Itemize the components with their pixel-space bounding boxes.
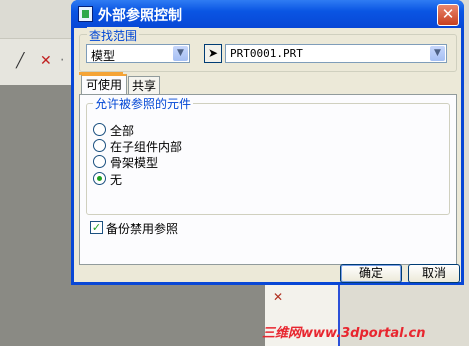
scope-select-value: 模型	[91, 49, 116, 63]
radio-button-selected[interactable]	[93, 172, 106, 185]
dialog-title: 外部参照控制	[98, 8, 182, 24]
radio-button[interactable]	[93, 155, 106, 168]
checkbox-checked-icon[interactable]: ✓	[90, 221, 103, 234]
tab-panel-available: 允许被参照的元件 全部 在子组件内部 骨架模型 无 ✓ 备份禁用参照	[79, 94, 457, 265]
title-bar[interactable]: 外部参照控制 ✕	[71, 0, 464, 28]
backup-disabled-refs-checkbox[interactable]: ✓ 备份禁用参照	[90, 220, 250, 236]
option-label: 骨架模型	[110, 156, 159, 170]
dialog-client: 查找范围 模型 ▼ ➤ PRT0001.PRT ▼ 可使用 共享 允许被参照的元…	[74, 27, 461, 283]
scope-select[interactable]: 模型 ▼	[86, 44, 190, 63]
chevron-down-icon[interactable]: ▼	[430, 46, 445, 61]
sketch-tool-icon[interactable]: ╱	[16, 53, 24, 69]
feature-icon[interactable]: ✕	[273, 290, 283, 304]
close-icon: ✕	[441, 5, 455, 23]
cancel-button[interactable]: 取消	[408, 264, 460, 283]
tab-available[interactable]: 可使用	[81, 74, 127, 95]
chevron-down-icon[interactable]: ▼	[173, 46, 188, 61]
model-select[interactable]: PRT0001.PRT ▼	[225, 44, 447, 63]
datum-tool-icon[interactable]: ✕	[40, 53, 52, 69]
background-toolbar-strip: ╱ ✕ ‧	[0, 38, 75, 85]
backup-checkbox-label: 备份禁用参照	[106, 222, 179, 236]
radio-button[interactable]	[93, 139, 106, 152]
cursor-arrow-icon: ➤	[207, 46, 219, 60]
axis-tool-icon[interactable]: ‧	[60, 53, 64, 69]
search-scope-legend: 查找范围	[87, 27, 140, 44]
select-model-button[interactable]: ➤	[204, 44, 222, 63]
allowed-components-legend: 允许被参照的元件	[93, 95, 194, 112]
ok-button[interactable]: 确定	[340, 264, 402, 283]
watermark: 三维网www.3dportal.cn	[262, 326, 426, 341]
option-label: 全部	[110, 124, 135, 138]
option-label: 在子组件内部	[110, 140, 183, 154]
external-reference-dialog: 外部参照控制 ✕ 查找范围 模型 ▼ ➤ PRT0001.PRT ▼ 可使用 共…	[71, 0, 464, 285]
radio-button[interactable]	[93, 123, 106, 136]
tab-share[interactable]: 共享	[128, 76, 160, 95]
model-select-value: PRT0001.PRT	[230, 47, 303, 60]
app-icon	[78, 6, 93, 22]
option-label: 无	[110, 173, 123, 187]
close-button[interactable]: ✕	[437, 4, 459, 26]
